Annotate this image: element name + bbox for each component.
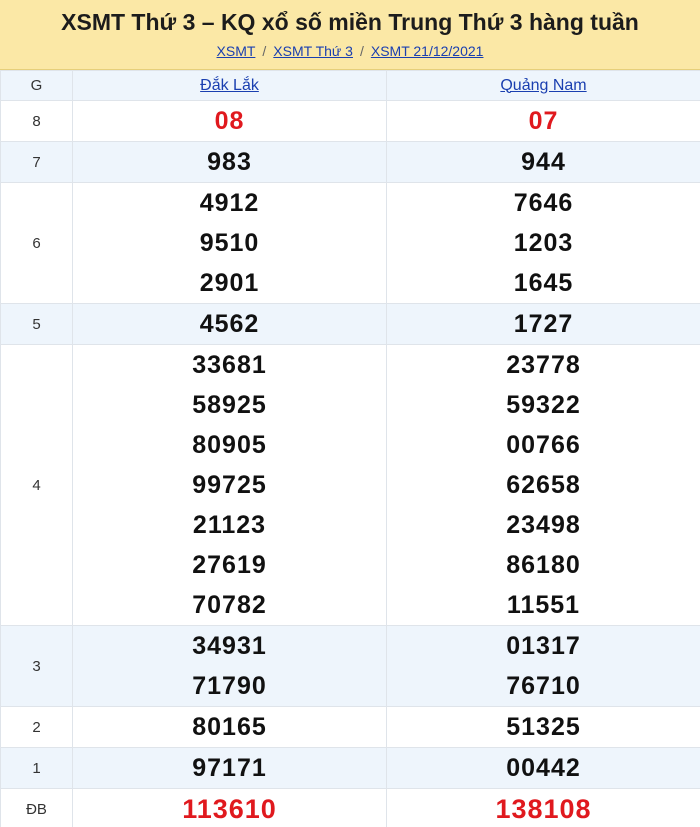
prize-row-special: ĐB 113610 138108 [0,788,700,827]
prize-number: 76710 [506,672,581,700]
prize-number: 1203 [513,229,574,257]
prize-cell-quang-nam: 07 [386,100,700,142]
prize-number: 9510 [199,229,260,257]
prize-label: 8 [0,100,73,142]
prize-number: 27619 [192,551,267,579]
prize-number: 33681 [192,351,267,379]
prize-cell-dak-lak: 08 [72,100,387,142]
prize-number: 59322 [506,391,581,419]
prize-number: 99725 [192,471,267,499]
province-link-quang-nam[interactable]: Quảng Nam [500,77,586,94]
prize-number: 00766 [506,431,581,459]
prize-row-3: 3 34931 71790 01317 76710 [0,625,700,707]
prize-cell-quang-nam: 1727 [386,303,700,345]
prize-label: 7 [0,141,73,183]
prize-number: 944 [521,148,566,176]
prize-number: 4912 [199,189,260,217]
prize-label: 2 [0,706,73,748]
special-prize-number: 138108 [495,794,592,824]
prize-number: 2901 [199,269,260,297]
prize-number: 11551 [506,591,581,619]
prize-label: ĐB [0,788,73,827]
prize-label: 1 [0,747,73,789]
breadcrumb-separator: / [262,43,267,59]
prize-number: 08 [214,107,245,135]
prize-number: 97171 [192,754,267,782]
prize-cell-dak-lak: 33681 58925 80905 99725 21123 27619 7078… [72,344,387,626]
page-title: XSMT Thứ 3 – KQ xổ số miền Trung Thứ 3 h… [61,9,639,35]
prize-number: 51325 [506,713,581,741]
table-header-row: G Đắk Lắk Quảng Nam [0,70,700,101]
prize-label: 4 [0,344,73,626]
prize-number: 34931 [192,632,267,660]
prize-cell-quang-nam: 944 [386,141,700,183]
prize-number: 4562 [199,310,260,338]
prize-cell-dak-lak: 113610 [72,788,387,827]
prize-label: 5 [0,303,73,345]
prize-cell-dak-lak: 983 [72,141,387,183]
breadcrumb-link-xsmt[interactable]: XSMT [217,43,256,59]
prize-number: 1645 [513,269,574,297]
prize-row-7: 7 983 944 [0,141,700,183]
prize-number: 80905 [192,431,267,459]
prize-cell-quang-nam: 23778 59322 00766 62658 23498 86180 1155… [386,344,700,626]
prize-row-1: 1 97171 00442 [0,747,700,789]
prize-cell-dak-lak: 4562 [72,303,387,345]
prize-number: 62658 [506,471,581,499]
page-header: XSMT Thứ 3 – KQ xổ số miền Trung Thứ 3 h… [0,0,700,70]
prize-cell-quang-nam: 138108 [386,788,700,827]
prize-number: 58925 [192,391,267,419]
prize-cell-quang-nam: 01317 76710 [386,625,700,707]
prize-number: 23498 [506,511,581,539]
prize-cell-dak-lak: 34931 71790 [72,625,387,707]
prize-cell-dak-lak: 97171 [72,747,387,789]
prize-row-6: 6 4912 9510 2901 7646 1203 1645 [0,182,700,304]
province-header-dak-lak: Đắk Lắk [72,70,387,101]
prize-column-header: G [0,70,73,101]
prize-number: 983 [207,148,252,176]
prize-label: 3 [0,625,73,707]
prize-number: 86180 [506,551,581,579]
prize-cell-quang-nam: 00442 [386,747,700,789]
prize-number: 70782 [192,591,267,619]
prize-number: 21123 [192,511,267,539]
prize-label: 6 [0,182,73,304]
prize-row-5: 5 4562 1727 [0,303,700,345]
prize-number: 23778 [506,351,581,379]
prize-number: 71790 [192,672,267,700]
prize-number: 00442 [506,754,581,782]
province-link-dak-lak[interactable]: Đắk Lắk [200,77,259,94]
prize-cell-dak-lak: 80165 [72,706,387,748]
prize-number: 7646 [513,189,574,217]
prize-number: 1727 [513,310,574,338]
prize-row-2: 2 80165 51325 [0,706,700,748]
prize-row-8: 8 08 07 [0,100,700,142]
breadcrumb-link-xsmt-thu-3[interactable]: XSMT Thứ 3 [273,43,353,59]
prize-number: 01317 [506,632,581,660]
prize-row-4: 4 33681 58925 80905 99725 21123 27619 70… [0,344,700,626]
results-table: G Đắk Lắk Quảng Nam 8 08 07 7 983 944 6 … [0,70,700,827]
prize-number: 80165 [192,713,267,741]
prize-number: 07 [528,107,559,135]
prize-cell-dak-lak: 4912 9510 2901 [72,182,387,304]
prize-cell-quang-nam: 51325 [386,706,700,748]
prize-cell-quang-nam: 7646 1203 1645 [386,182,700,304]
province-header-quang-nam: Quảng Nam [386,70,700,101]
special-prize-number: 113610 [182,794,277,824]
breadcrumb-separator: / [359,43,364,59]
breadcrumb-link-xsmt-date[interactable]: XSMT 21/12/2021 [371,43,484,59]
breadcrumb: XSMT / XSMT Thứ 3 / XSMT 21/12/2021 [0,42,700,60]
